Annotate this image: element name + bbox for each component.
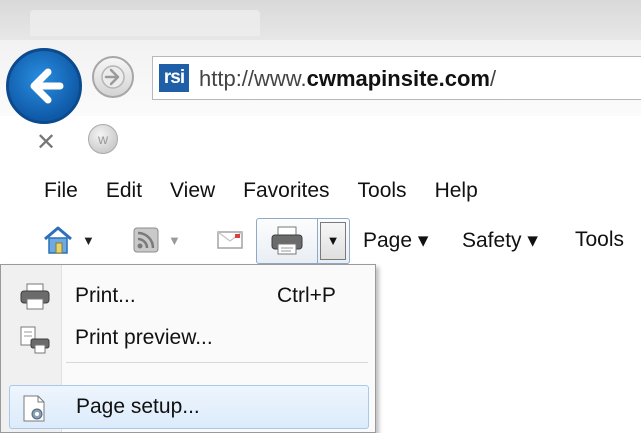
address-url[interactable]: http://www.cwmapinsite.com/	[199, 66, 496, 92]
menu-help[interactable]: Help	[421, 176, 492, 206]
printer-icon	[271, 226, 303, 255]
forward-button[interactable]	[92, 56, 134, 98]
url-suffix: /	[489, 66, 497, 91]
mail-icon	[217, 231, 243, 249]
tab-bar	[0, 0, 641, 40]
menu-item-print[interactable]: Print... Ctrl+P	[9, 275, 369, 319]
safety-menu-label: Safety ▾	[462, 228, 538, 252]
tools-menu-button[interactable]: Tools	[575, 218, 624, 262]
menu-item-label: Page setup...	[76, 395, 200, 418]
page-setup-icon	[23, 395, 45, 422]
page-menu-label: Page ▾	[363, 228, 429, 252]
menu-separator	[66, 362, 368, 363]
page-menu-button[interactable]: Page ▾	[363, 218, 428, 262]
print-dropdown-arrow[interactable]: ▼	[320, 222, 346, 260]
print-dropdown-menu: Print... Ctrl+P Print preview... Page se…	[0, 264, 376, 433]
split-divider	[317, 219, 318, 263]
chevron-down-icon[interactable]: ▼	[82, 233, 95, 248]
chevron-down-icon: ▼	[326, 233, 340, 248]
search-provider-icon[interactable]: w	[88, 124, 118, 154]
chevron-down-icon[interactable]: ▼	[168, 233, 181, 248]
menu-edit[interactable]: Edit	[92, 176, 156, 206]
close-icon[interactable]: ✕	[36, 128, 56, 157]
menu-item-label: Print preview...	[75, 326, 213, 349]
print-preview-icon	[20, 326, 50, 354]
menu-item-label: Print...	[75, 284, 136, 307]
printer-icon	[20, 283, 50, 310]
tools-menu-label: Tools	[575, 228, 625, 251]
menu-tools[interactable]: Tools	[344, 176, 421, 206]
safety-menu-button[interactable]: Safety ▾	[462, 218, 538, 262]
arrow-left-icon	[30, 68, 64, 104]
feeds-button[interactable]: ▼	[132, 218, 181, 262]
print-split-button[interactable]: ▼	[256, 218, 350, 264]
address-bar[interactable]: rsi http://www.cwmapinsite.com/	[152, 56, 641, 100]
arrow-right-icon	[101, 65, 125, 89]
home-icon	[44, 226, 72, 254]
menu-item-print-preview[interactable]: Print preview...	[9, 317, 369, 361]
site-favicon-icon: rsi	[159, 64, 189, 92]
rss-feed-icon	[133, 227, 159, 253]
menu-file[interactable]: File	[30, 176, 92, 206]
home-button[interactable]: ▼	[42, 218, 95, 262]
back-button[interactable]	[6, 48, 82, 124]
read-mail-button[interactable]	[216, 218, 244, 262]
menu-favorites[interactable]: Favorites	[229, 176, 343, 206]
url-domain: cwmapinsite.com	[306, 66, 490, 91]
menu-view[interactable]: View	[156, 176, 229, 206]
menu-item-shortcut: Ctrl+P	[277, 284, 336, 307]
tab-ghost[interactable]	[30, 10, 260, 36]
url-prefix: http://www.	[199, 66, 307, 91]
menu-item-page-setup[interactable]: Page setup...	[9, 385, 369, 429]
menu-bar: File Edit View Favorites Tools Help	[30, 176, 492, 206]
